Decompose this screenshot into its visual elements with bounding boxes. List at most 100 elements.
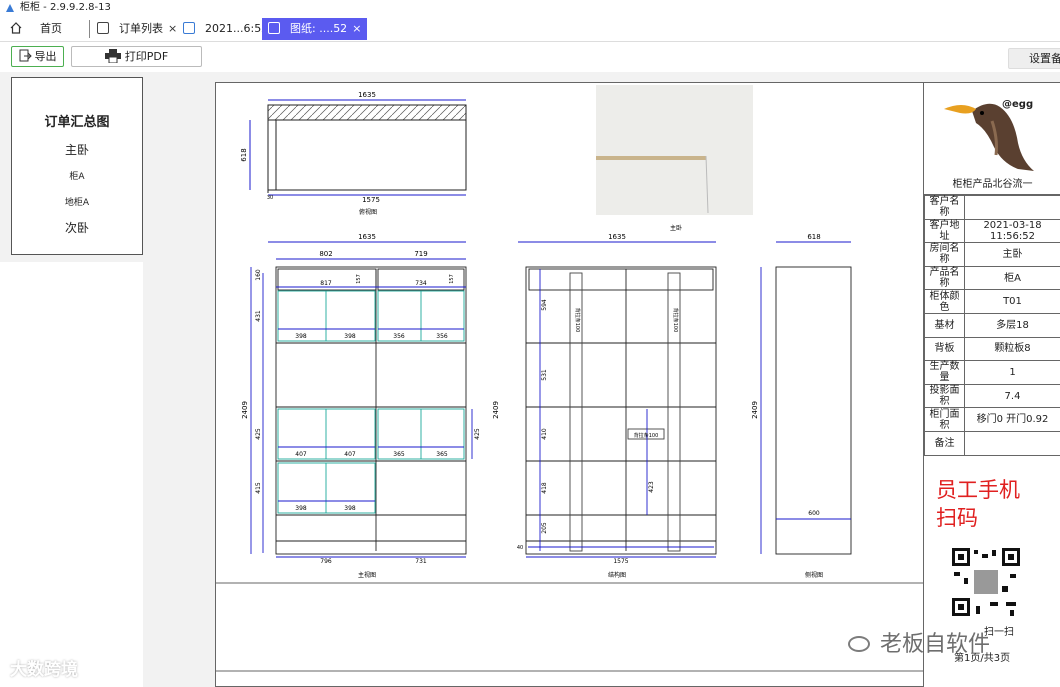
structure-width-label: 1635 — [608, 233, 626, 241]
outline-title: 订单汇总图 — [44, 115, 110, 130]
info-row-label: 柜体颜色 — [924, 289, 965, 314]
outline-room-item[interactable]: 主卧 — [12, 141, 142, 158]
tab-order-list[interactable]: 订单列表 × — [97, 18, 177, 40]
outline-cabinet-item[interactable]: 柜A — [12, 169, 142, 182]
top-view-width-label: 1635 — [358, 91, 376, 99]
front-row2-label: 356 — [436, 333, 448, 340]
document-icon — [268, 22, 280, 34]
structure-strip-label: 背拉条100 — [574, 308, 581, 333]
front-row3-label: 365 — [393, 451, 405, 458]
title-bar: 柜柜 - 2.9.9.2.8-13 — [0, 0, 1060, 16]
app-logo-icon — [6, 4, 14, 12]
structure-small-label: 40 — [517, 545, 523, 551]
order-outline-panel: 订单汇总图 主卧 柜A 地柜A 次卧 — [11, 77, 143, 255]
info-row-label: 柜门面积 — [924, 407, 965, 432]
export-button[interactable]: 导出 — [11, 46, 64, 67]
front-row3-label: 407 — [295, 451, 307, 458]
structure-view — [518, 241, 717, 558]
structure-view-caption: 结构图 — [608, 571, 626, 579]
info-row-label: 备注 — [924, 430, 965, 456]
info-row: 背板 颗粒板8 — [924, 336, 1060, 362]
info-row: 柜体颜色 T01 — [924, 289, 1060, 314]
structure-dim-label: 418 — [541, 482, 548, 494]
info-row-value: 主卧 — [964, 242, 1060, 267]
close-icon[interactable]: × — [168, 22, 177, 35]
cabinet-photo — [596, 85, 753, 215]
front-row4-label: 398 — [295, 505, 307, 512]
front-height-label: 2409 — [241, 401, 249, 419]
structure-height-label: 2409 — [492, 401, 500, 419]
watermark-left: 大数跨境 — [10, 660, 78, 680]
info-row-value: 颗粒板8 — [964, 336, 1060, 362]
front-left-dim-label: 431 — [255, 310, 262, 322]
top-view-bottom-label: 1575 — [362, 196, 380, 204]
qr-code-icon — [950, 546, 1022, 618]
info-row-label: 基材 — [924, 312, 965, 338]
front-view — [250, 241, 473, 558]
tab-drawing-label: 图纸: ....52 — [290, 22, 348, 35]
info-row-value: T01 — [964, 289, 1060, 314]
info-row-label: 房间名称 — [924, 242, 965, 267]
info-row: 备注 — [924, 430, 1060, 456]
front-left-dim-label: 160 — [255, 269, 262, 281]
top-view-small-label: 30 — [267, 195, 273, 201]
home-icon — [10, 22, 22, 34]
tab-order-list-label: 订单列表 — [119, 22, 163, 35]
info-row-value — [964, 430, 1060, 456]
side-view-caption: 侧视图 — [805, 571, 823, 579]
watermark-right: 老板自软件 — [848, 626, 990, 658]
info-row-value: 柜A — [964, 265, 1060, 291]
front-row3-label: 365 — [436, 451, 448, 458]
front-row2-label: 356 — [393, 333, 405, 340]
front-row2-label: 398 — [344, 333, 356, 340]
top-view — [249, 99, 467, 196]
front-top-right-label: 719 — [414, 250, 427, 258]
info-row-value: 1 — [964, 360, 1060, 385]
wechat-icon — [848, 636, 870, 652]
outline-cabinet-item[interactable]: 地柜A — [12, 195, 142, 208]
front-left-dim-label: 425 — [255, 428, 262, 440]
structure-dim-label: 410 — [541, 428, 548, 440]
info-row: 房间名称 主卧 — [924, 242, 1060, 267]
window-title: 柜柜 - 2.9.9.2.8-13 — [20, 2, 111, 13]
info-row: 柜门面积 移门0 开门0.92 — [924, 407, 1060, 432]
front-right-dim-label: 425 — [474, 428, 481, 440]
info-row-label: 投影面积 — [924, 383, 965, 409]
toucan-logo-icon — [944, 103, 1034, 171]
structure-dim-label: 594 — [541, 299, 548, 311]
info-row-value — [964, 195, 1060, 220]
logo-tag: @egg — [1002, 99, 1034, 110]
side-height-label: 2409 — [751, 401, 759, 419]
info-row: 客户地址 2021-03-18 11:56:52 — [924, 218, 1060, 244]
document-icon — [97, 22, 109, 34]
info-row-value: 移门0 开门0.92 — [964, 407, 1060, 432]
export-label: 导出 — [34, 50, 57, 63]
print-pdf-label: 打印PDF — [124, 50, 169, 63]
close-icon[interactable]: × — [352, 22, 361, 35]
settings-button[interactable]: 设置备 — [1008, 48, 1060, 69]
front-bottom-left-label: 796 — [320, 558, 332, 565]
tab-home[interactable]: 首页 — [10, 18, 62, 40]
info-panel: @egg 柜柜产品北谷流一 客户名称 客户地址 2021-03-18 11:56:5… — [923, 83, 1060, 687]
tab-home-label: 首页 — [40, 22, 62, 35]
tab-bar: 首页 订单列表 × 2021...6:52 × 图纸: ....52 × — [0, 16, 1060, 42]
outline-room-item[interactable]: 次卧 — [12, 219, 142, 236]
front-row1-label: 817 — [320, 280, 332, 287]
structure-strip-label: 背拉条100 — [672, 308, 679, 333]
grid-icon — [183, 22, 195, 34]
brand-logo: @egg 柜柜产品北谷流一 — [924, 83, 1060, 195]
front-small-label: 157 — [356, 274, 362, 284]
tab-drawing[interactable]: 图纸: ....52 × — [262, 18, 368, 40]
front-row4-label: 398 — [344, 505, 356, 512]
front-row2-label: 398 — [295, 333, 307, 340]
content-area: 订单汇总图 主卧 柜A 地柜A 次卧 大数跨境 1635 618 1575 30… — [0, 72, 1060, 687]
print-pdf-button[interactable]: 打印PDF — [71, 46, 202, 67]
structure-box-label: 背拉条100 — [634, 432, 659, 439]
structure-mid-dim-label: 423 — [648, 481, 655, 493]
left-blank-area — [0, 262, 143, 687]
export-icon — [19, 49, 32, 62]
front-view-caption: 主视图 — [358, 571, 376, 579]
staff-scan-text: 员工手机扫码 — [936, 478, 1020, 530]
info-row-value: 2021-03-18 11:56:52 — [964, 218, 1060, 244]
front-bottom-right-label: 731 — [415, 558, 427, 565]
